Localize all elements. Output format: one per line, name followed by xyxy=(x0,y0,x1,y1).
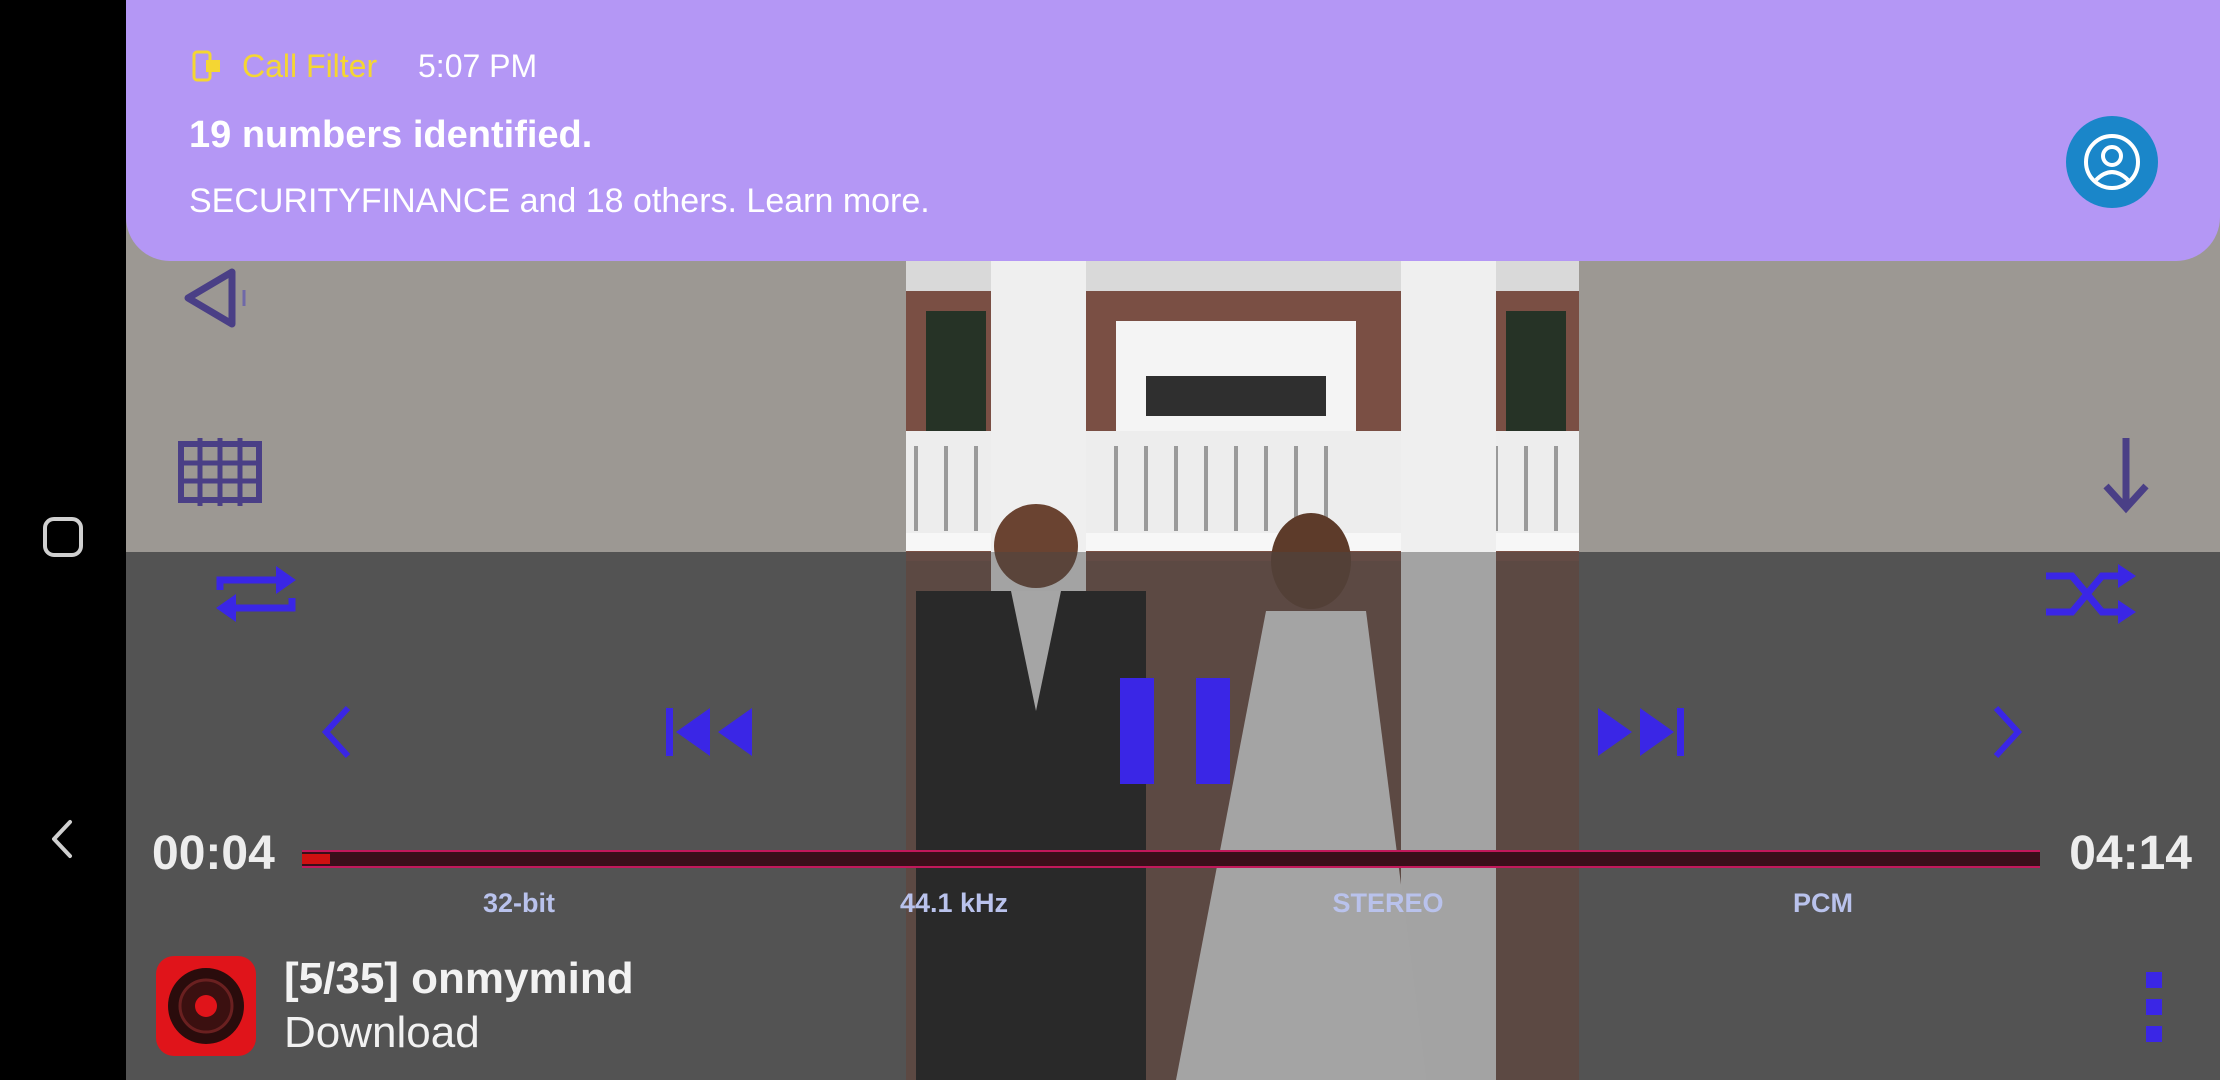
notification-body[interactable]: SECURITYFINANCE and 18 others. Learn mor… xyxy=(189,182,930,221)
total-duration: 04:14 xyxy=(2069,827,2192,880)
shuffle-icon[interactable] xyxy=(2042,560,2138,628)
chevron-left-icon[interactable] xyxy=(316,702,356,762)
square-home-icon[interactable] xyxy=(40,514,86,560)
notification-time: 5:07 PM xyxy=(418,48,538,84)
call-filter-notification[interactable]: Call Filter 5:07 PM 19 numbers identifie… xyxy=(126,0,2220,261)
down-arrow-icon[interactable] xyxy=(2098,434,2154,514)
system-nav-bar xyxy=(0,0,126,1080)
seek-bar[interactable] xyxy=(302,850,2040,868)
more-vert-icon[interactable] xyxy=(2144,970,2164,1044)
codec-label: PCM xyxy=(1793,888,1853,918)
speaker-app-icon[interactable] xyxy=(156,956,256,1056)
seek-bar-progress xyxy=(302,854,330,864)
album-art-dim xyxy=(906,552,1579,1080)
skip-previous-icon[interactable] xyxy=(662,704,758,760)
account-circle-icon[interactable] xyxy=(2066,116,2158,208)
skip-next-icon[interactable] xyxy=(1592,704,1688,760)
back-arrow-icon[interactable] xyxy=(40,816,86,862)
grid-icon[interactable] xyxy=(176,436,266,508)
repeat-icon[interactable] xyxy=(210,560,302,628)
notification-title: 19 numbers identified. xyxy=(189,114,593,156)
chevron-right-icon[interactable] xyxy=(1988,702,2028,762)
notification-app-name: Call Filter xyxy=(242,48,378,84)
track-subtitle[interactable]: Download xyxy=(284,1008,480,1058)
call-filter-app-icon xyxy=(192,50,220,82)
channels-label: STEREO xyxy=(1332,888,1444,918)
track-title[interactable]: [5/35] onmymind xyxy=(284,954,634,1004)
bit-depth-label: 32-bit xyxy=(482,888,555,918)
elapsed-time: 00:04 xyxy=(152,827,275,880)
sample-rate-label: 44.1 kHz xyxy=(899,888,1009,918)
pause-icon[interactable] xyxy=(1116,676,1234,786)
speaker-icon[interactable] xyxy=(180,266,250,330)
album-art xyxy=(906,261,1579,1080)
